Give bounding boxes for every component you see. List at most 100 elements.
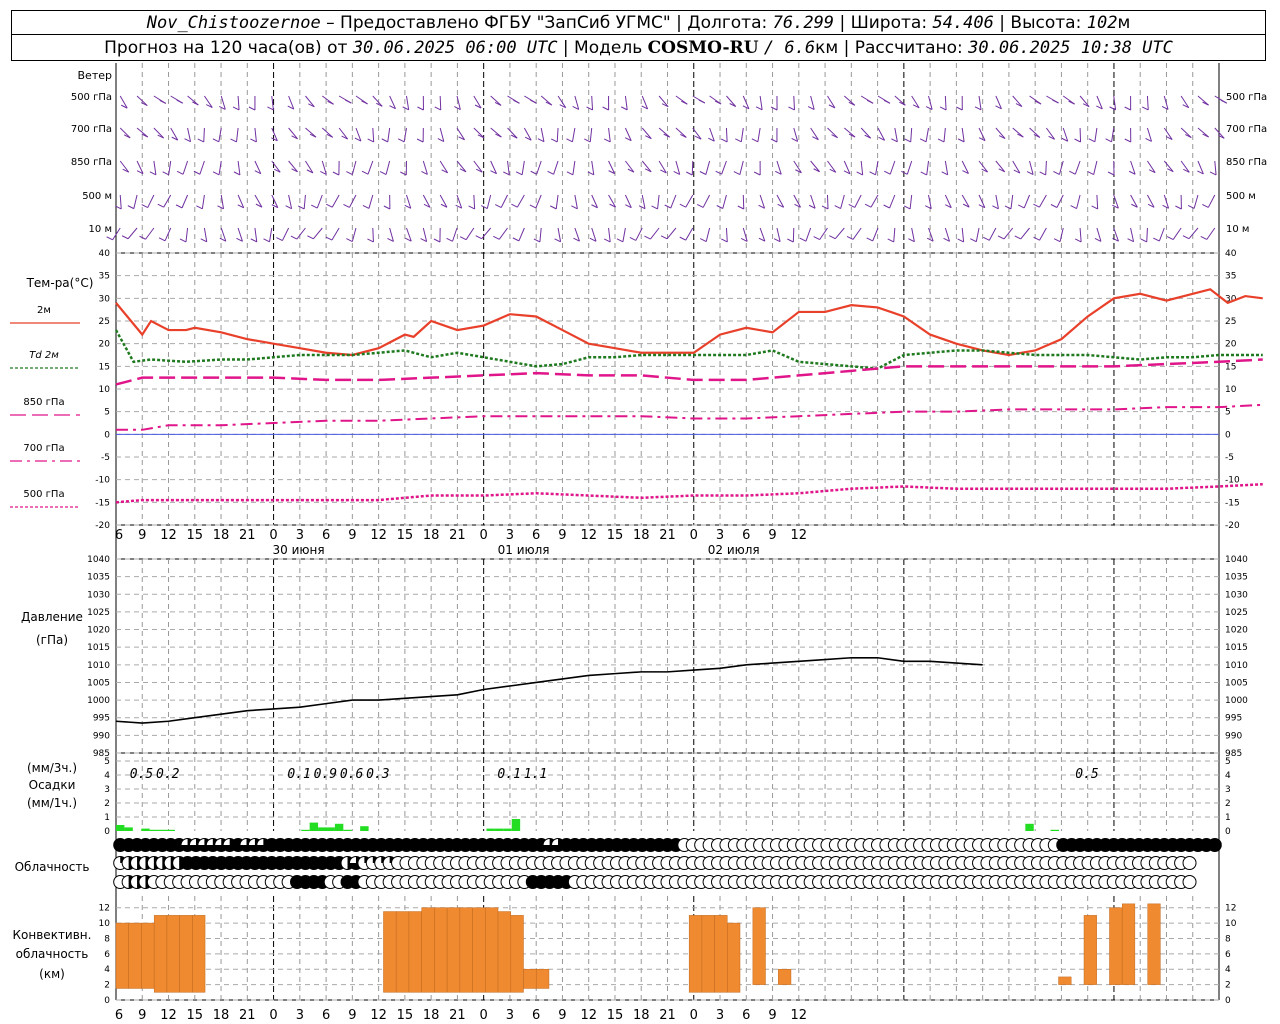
- wind-barb: [540, 95, 553, 106]
- wind-barb: [843, 95, 856, 106]
- temp-tick-left: 40: [99, 249, 111, 259]
- wind-barb-feather: [1109, 106, 1116, 111]
- wind-barb: [305, 127, 317, 138]
- wind-barb: [757, 127, 761, 142]
- precip-bar: [511, 819, 521, 831]
- temp-tick-left: -15: [95, 498, 110, 508]
- wind-barb-feather: [699, 171, 707, 175]
- wind-barb-feather: [616, 238, 624, 243]
- wind-barb-feather: [715, 170, 722, 175]
- wind-barb-feather: [434, 106, 441, 111]
- hour-tick-label: 9: [768, 528, 776, 543]
- precip-total-label: 0.9: [314, 767, 337, 782]
- temp-series-line: [116, 403, 1263, 431]
- wind-barb-feather: [1182, 235, 1190, 240]
- precip-bar: [318, 827, 327, 831]
- wind-barb: [507, 160, 510, 175]
- wind-barb: [321, 127, 334, 138]
- wind-barb-feather: [1200, 236, 1207, 240]
- wind-barb-feather: [1069, 170, 1076, 175]
- wind-barb: [906, 160, 913, 175]
- wind-barb: [1020, 227, 1030, 240]
- conv-bar: [141, 922, 155, 989]
- wind-barb-feather: [248, 106, 256, 111]
- wind-barb: [498, 227, 508, 240]
- hour-tick-label-bottom: 18: [213, 1008, 230, 1023]
- wind-barb: [657, 194, 660, 209]
- wind-barb: [776, 227, 781, 242]
- hour-tick-label-bottom: 15: [607, 1008, 624, 1023]
- temp-tick-right: 5: [1225, 408, 1231, 418]
- pressure-tick-left: 1000: [87, 696, 110, 706]
- wind-barb: [944, 95, 947, 111]
- conv-tick-right: 12: [1225, 904, 1236, 914]
- precip-bar: [486, 828, 495, 831]
- wind-barb-feather: [1014, 235, 1021, 240]
- wind-barb-feather: [1153, 237, 1160, 242]
- precip-total-label: 0.6: [340, 767, 364, 782]
- wind-barb: [658, 127, 671, 138]
- wind-barb: [725, 127, 728, 143]
- wind-barb: [995, 160, 1006, 173]
- conv-tick-left: 10: [99, 919, 111, 929]
- wind-barb: [313, 227, 323, 240]
- hour-tick-label: 15: [607, 528, 624, 543]
- wind-barb: [943, 127, 946, 142]
- temp-tick-right: 10: [1225, 385, 1237, 395]
- conv-tick-right: 10: [1225, 919, 1237, 929]
- wind-barb-feather: [397, 138, 405, 143]
- wind-barb-feather: [212, 138, 220, 143]
- wind-barb: [351, 227, 357, 242]
- conv-tick-right: 0: [1225, 996, 1231, 1006]
- pressure-tick-right: 1030: [1225, 590, 1248, 600]
- wind-barb: [909, 194, 913, 209]
- temp-tick-right: 40: [1225, 249, 1237, 259]
- conv-bar: [536, 968, 550, 989]
- precip-bar: [1050, 829, 1060, 831]
- hour-tick-label: 0: [269, 528, 277, 543]
- hour-tick-label: 18: [423, 528, 440, 543]
- wind-barb: [995, 194, 999, 209]
- wind-barb-feather: [957, 138, 965, 143]
- wind-level-label-left: 850 гПа: [71, 157, 112, 168]
- wind-barb-feather: [400, 171, 407, 176]
- wind-barb-feather: [361, 170, 369, 175]
- temp-tick-left: -20: [95, 521, 110, 531]
- hour-tick-label: 12: [580, 528, 597, 543]
- wind-barb-feather: [547, 170, 554, 175]
- wind-barb: [670, 194, 677, 209]
- pressure-tick-right: 1015: [1225, 643, 1248, 653]
- wind-level-label-left: 500 гПа: [71, 92, 112, 103]
- temp-tick-left: 15: [99, 362, 110, 372]
- hour-tick-label-bottom: 0: [480, 1008, 488, 1023]
- hour-tick-label: 6: [115, 528, 123, 543]
- wind-barb-feather: [475, 235, 482, 240]
- day-label: 02 июля: [708, 543, 760, 557]
- wind-barb-feather: [699, 238, 707, 243]
- wind-barb-feather: [974, 106, 982, 111]
- wind-barb: [372, 95, 383, 107]
- precip-tick-left: 3: [104, 785, 110, 795]
- precip-tick-left: 4: [104, 771, 110, 781]
- wind-barb-feather: [176, 170, 184, 175]
- wind-barb-feather: [468, 205, 475, 210]
- temp-legend-label: 700 гПа: [23, 443, 64, 454]
- wind-barb-feather: [1033, 236, 1040, 241]
- hour-tick-label-bottom: 9: [768, 1008, 776, 1023]
- wind-barb: [185, 227, 189, 242]
- wind-barb-feather: [829, 235, 836, 240]
- wind-barb: [988, 227, 997, 241]
- wind-barb-feather: [346, 238, 353, 242]
- wind-barb-feather: [686, 171, 693, 176]
- wind-barb-feather: [106, 236, 113, 241]
- wind-barb: [624, 95, 628, 110]
- wind-barb: [1193, 194, 1199, 209]
- wind-barb-feather: [332, 171, 340, 176]
- wind-barb: [793, 95, 795, 111]
- wind-barb: [556, 127, 559, 143]
- hour-tick-label-bottom: 12: [370, 1008, 387, 1023]
- hour-tick-label: 9: [558, 528, 566, 543]
- wind-barb: [1180, 127, 1192, 138]
- wind-barb: [1039, 194, 1047, 208]
- precip-total-label: 0.1: [287, 767, 310, 782]
